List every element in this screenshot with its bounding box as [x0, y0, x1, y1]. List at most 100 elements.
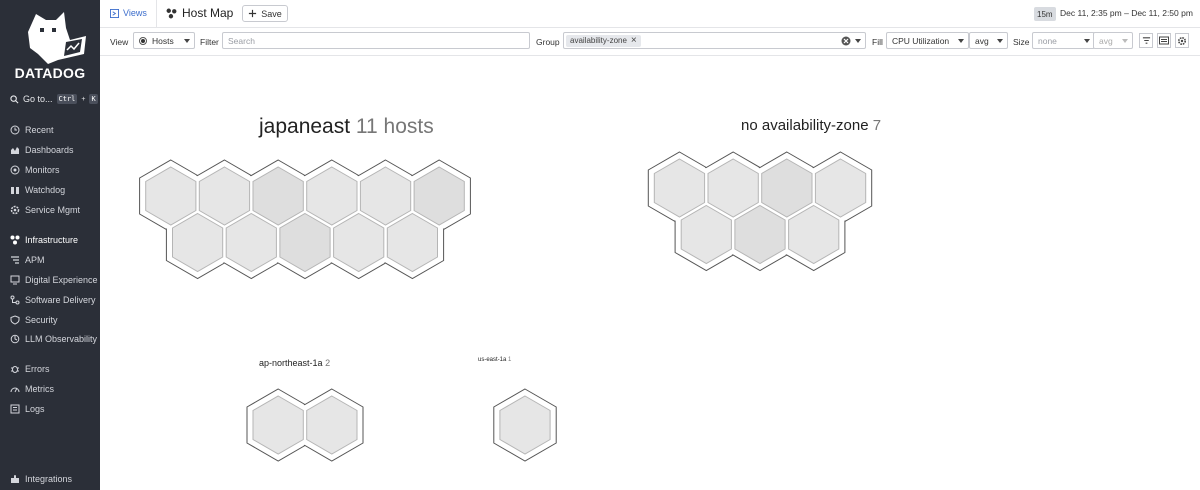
- sidebar-item-recent[interactable]: Recent: [10, 123, 54, 137]
- sidebar-item-label: Watchdog: [25, 185, 66, 195]
- kbd-k: K: [89, 94, 98, 104]
- host-map-icon: [166, 8, 177, 18]
- chevron-down-icon: [1122, 39, 1128, 43]
- lines-icon: [1142, 37, 1150, 44]
- filter-placeholder: Search: [228, 35, 255, 46]
- sidebar-item-watchdog[interactable]: Watchdog: [10, 183, 65, 197]
- sidebar-item-label: Errors: [25, 364, 50, 374]
- screen-icon: [10, 275, 20, 285]
- sidebar-item-metrics[interactable]: Metrics: [10, 382, 54, 396]
- sidebar-item-errors[interactable]: Errors: [10, 362, 50, 376]
- filter-settings-button[interactable]: [1139, 33, 1153, 48]
- group-select[interactable]: availability-zone ×: [563, 32, 866, 49]
- loop-icon: [10, 334, 20, 344]
- size-metric-value: none: [1038, 35, 1057, 46]
- group-chip-label: availability-zone: [570, 36, 627, 45]
- sidebar-item-label: Monitors: [25, 165, 60, 175]
- sidebar-item-label: Software Delivery: [25, 295, 96, 305]
- hex-grid: [139, 151, 873, 462]
- sidebar-item-infrastructure[interactable]: Infrastructure: [10, 233, 78, 247]
- sidebar-item-dashboards[interactable]: Dashboards: [10, 143, 74, 157]
- view-select[interactable]: Hosts: [133, 32, 195, 49]
- view-value: Hosts: [152, 35, 174, 46]
- chevron-down-icon: [997, 39, 1003, 43]
- dog-logo-icon: [28, 12, 86, 64]
- sidebar-item-label: LLM Observability: [25, 334, 98, 344]
- settings-button[interactable]: [1175, 33, 1189, 48]
- filter-input[interactable]: Search: [222, 32, 530, 49]
- sidebar-item-label: Service Mgmt: [25, 205, 81, 215]
- host-map: japaneast 11 hosts no availability-zone …: [100, 56, 1200, 490]
- kbd-plus: +: [81, 95, 86, 103]
- logs-icon: [10, 404, 20, 414]
- size-label: Size: [1013, 37, 1030, 47]
- puzzle-icon: [10, 474, 20, 484]
- gauge-icon: [10, 384, 20, 394]
- chevron-down-icon: [855, 39, 861, 43]
- fill-label: Fill: [872, 37, 883, 47]
- page-title-text: Host Map: [182, 6, 234, 20]
- binoculars-icon: [10, 185, 20, 195]
- legend-button[interactable]: [1157, 33, 1171, 48]
- chevron-down-icon: [184, 39, 190, 43]
- fill-metric-value: CPU Utilization: [892, 35, 950, 46]
- views-label: Views: [123, 8, 147, 18]
- search-icon: [10, 94, 19, 103]
- size-metric-select[interactable]: none: [1032, 32, 1095, 49]
- time-window-badge[interactable]: 15m: [1034, 7, 1056, 21]
- kbd-ctrl: Ctrl: [56, 94, 78, 104]
- control-bar: View Hosts Filter Search Group availabil…: [100, 28, 1200, 56]
- keyboard-icon: [1159, 36, 1169, 45]
- sidebar-item-apm[interactable]: APM: [10, 253, 45, 267]
- sidebar-item-integrations[interactable]: Integrations: [10, 472, 72, 486]
- sidebar-item-software-delivery[interactable]: Software Delivery: [10, 293, 96, 307]
- filter-label: Filter: [200, 37, 219, 47]
- clock-icon: [10, 125, 20, 135]
- fill-metric-select[interactable]: CPU Utilization: [886, 32, 969, 49]
- group-chip[interactable]: availability-zone ×: [566, 34, 641, 47]
- sidebar-item-digital-experience[interactable]: Digital Experience: [10, 273, 98, 287]
- views-icon: [110, 8, 119, 18]
- sidebar-item-label: Infrastructure: [25, 235, 79, 245]
- sidebar-item-service-mgmt[interactable]: Service Mgmt: [10, 203, 80, 217]
- sidebar-item-label: Recent: [25, 125, 54, 135]
- sidebar-item-label: Integrations: [25, 474, 73, 484]
- app-root: DATADOG Go to... Ctrl + K Recent Dashboa…: [0, 0, 1200, 490]
- fill-agg-select[interactable]: avg: [969, 32, 1008, 49]
- goto-label: Go to...: [23, 94, 53, 104]
- time-range[interactable]: Dec 11, 2:35 pm – Dec 11, 2:50 pm: [1060, 8, 1193, 18]
- gear-icon: [10, 205, 20, 215]
- size-agg-select[interactable]: avg: [1093, 32, 1133, 49]
- sidebar: DATADOG Go to... Ctrl + K Recent Dashboa…: [0, 0, 100, 490]
- goto-search[interactable]: Go to... Ctrl + K: [10, 94, 98, 104]
- views-button[interactable]: Views: [110, 8, 147, 18]
- group-label: Group: [536, 37, 560, 47]
- gear-icon: [1177, 36, 1187, 45]
- list-icon: [10, 255, 20, 265]
- view-label: View: [110, 37, 129, 47]
- shield-icon: [10, 315, 20, 325]
- plus-icon: [249, 9, 257, 18]
- sidebar-item-label: Metrics: [25, 384, 54, 394]
- save-button[interactable]: Save: [242, 5, 288, 22]
- sidebar-item-llm-observability[interactable]: LLM Observability: [10, 332, 97, 346]
- size-agg-value: avg: [1099, 35, 1113, 46]
- monitor-icon: [10, 165, 20, 175]
- page-title: Host Map: [166, 6, 233, 20]
- chip-remove-icon[interactable]: ×: [631, 35, 637, 46]
- brand-name: DATADOG: [14, 65, 86, 81]
- sidebar-item-monitors[interactable]: Monitors: [10, 163, 60, 177]
- chart-icon: [10, 145, 20, 155]
- top-bar: Views Host Map Save 15m Dec 11, 2:35 pm …: [100, 0, 1200, 28]
- delivery-icon: [10, 295, 20, 305]
- sidebar-item-label: Security: [25, 315, 58, 325]
- nodes-icon: [10, 235, 20, 245]
- chevron-down-icon: [958, 39, 964, 43]
- sidebar-item-label: Dashboards: [25, 145, 74, 155]
- sidebar-item-label: Logs: [25, 404, 45, 414]
- sidebar-item-security[interactable]: Security: [10, 313, 58, 327]
- clear-icon[interactable]: [841, 36, 851, 46]
- chevron-down-icon: [1084, 39, 1090, 43]
- save-label: Save: [261, 8, 282, 19]
- sidebar-item-logs[interactable]: Logs: [10, 402, 45, 416]
